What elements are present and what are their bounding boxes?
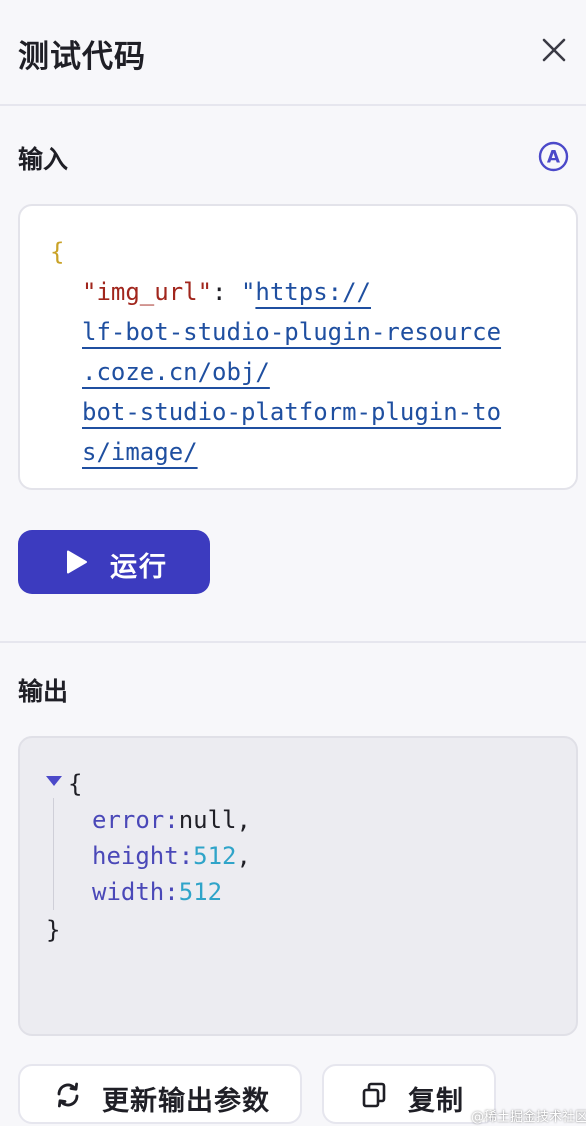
update-output-params-label: 更新输出参数 [102, 1086, 270, 1117]
close-button[interactable] [536, 32, 572, 68]
refresh-icon [57, 1082, 79, 1108]
run-button-label: 运行 [110, 552, 168, 583]
panel-header: 测试代码 [0, 0, 586, 106]
circled-a-icon[interactable]: A [538, 141, 569, 172]
output-field-row: error:null, [92, 806, 251, 834]
run-button[interactable]: 运行 [18, 530, 210, 594]
url-line[interactable]: bot-studio-platform-plugin-to [82, 392, 552, 432]
output-field-key: error [92, 806, 165, 834]
input-section-label: 输入 [18, 145, 69, 174]
panel-title: 测试代码 [18, 39, 146, 75]
output-field-suffix: , [236, 806, 251, 834]
url-line[interactable]: https:// [255, 278, 371, 306]
update-output-params-button[interactable]: 更新输出参数 [18, 1064, 302, 1124]
output-field-value: 512 [193, 842, 237, 870]
section-divider [0, 641, 586, 643]
copy-button-label: 复制 [408, 1086, 464, 1117]
output-brace-close: } [46, 916, 61, 944]
watermark: @稀土掘金技术社区 [471, 1110, 586, 1125]
collapse-triangle-icon[interactable] [46, 776, 62, 786]
json-key: "img_url" [82, 278, 213, 306]
circled-a-letter: A [547, 148, 561, 168]
copy-icon [362, 1082, 386, 1108]
play-icon [67, 550, 87, 574]
output-field-value: null [178, 806, 237, 834]
output-json-viewer: { error:null, height:512, width:512 } [18, 736, 578, 1036]
url-line[interactable]: .coze.cn/obj/ [82, 352, 552, 392]
url-value-block: lf-bot-studio-plugin-resource .coze.cn/o… [82, 312, 552, 472]
output-section-label: 输出 [18, 677, 69, 706]
output-field-value: 512 [178, 878, 223, 906]
output-brace-open: { [68, 770, 83, 798]
output-field-row: height:512, [92, 842, 251, 870]
output-field-row: width:512 [92, 878, 223, 906]
output-field-key: height [92, 842, 179, 870]
url-line[interactable]: s/image/ [82, 432, 552, 472]
input-code-editor[interactable]: { "img_url": "https:// lf-bot-studio-plu… [18, 204, 578, 490]
copy-button[interactable]: 复制 [322, 1064, 496, 1124]
tree-guide-line [53, 798, 54, 910]
input-brace-open: { [50, 238, 65, 266]
json-quote: " [240, 278, 256, 306]
close-icon [542, 38, 566, 62]
json-colon: : [212, 278, 227, 306]
output-field-suffix: , [236, 842, 251, 870]
input-json-key-line: "img_url": "https:// [82, 272, 371, 312]
url-line[interactable]: lf-bot-studio-plugin-resource [82, 312, 552, 352]
output-field-key: width [92, 878, 165, 906]
